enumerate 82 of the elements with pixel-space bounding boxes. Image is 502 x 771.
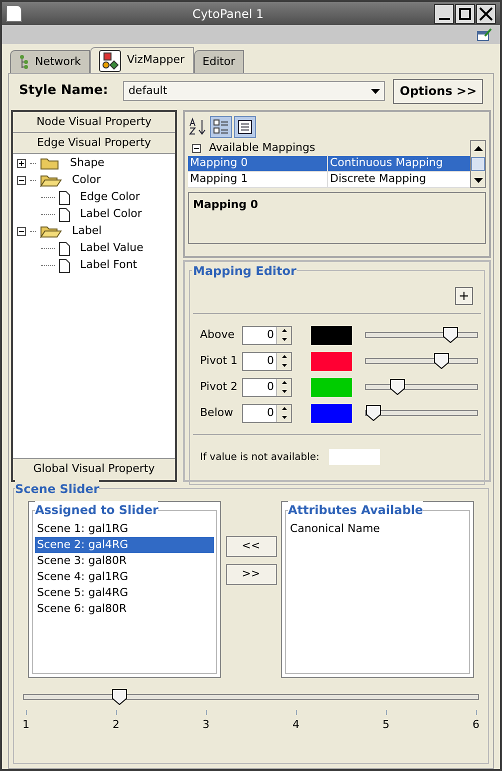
expand-icon[interactable] <box>17 159 26 168</box>
tree-item[interactable]: Label Font <box>74 257 138 274</box>
file-icon <box>59 242 70 256</box>
categorized-view-icon[interactable] <box>210 116 232 138</box>
tab[interactable]: Network <box>10 50 90 73</box>
tree-item[interactable]: Shape <box>64 155 104 172</box>
close-button[interactable] <box>476 4 496 24</box>
mappings-header: Available Mappings <box>209 140 316 156</box>
sort-icon[interactable] <box>188 117 208 137</box>
unavailable-value-field[interactable] <box>329 449 380 465</box>
maximize-button[interactable] <box>455 4 475 24</box>
pivot-label: Above <box>200 326 236 343</box>
slider-thumb[interactable] <box>112 689 127 705</box>
list-view-icon[interactable] <box>234 116 256 138</box>
move-right-button[interactable]: >> <box>226 564 276 585</box>
list-item[interactable]: Scene 2: gal4RG <box>35 537 214 553</box>
style-name-value: default <box>128 82 168 99</box>
list-item[interactable]: Scene 3: gal80R <box>35 553 214 569</box>
list-item[interactable]: Canonical Name <box>288 521 467 537</box>
global-visual-property-button[interactable]: Global Visual Property <box>13 458 175 480</box>
float-panel-icon[interactable] <box>477 28 492 41</box>
file-icon <box>59 208 70 222</box>
file-icon <box>59 258 70 272</box>
assigned-list-title: Assigned to Slider <box>35 501 158 519</box>
tick-label: 4 <box>292 717 300 733</box>
tree-item[interactable]: Color <box>66 172 101 189</box>
color-swatch[interactable] <box>311 404 352 422</box>
collapse-icon[interactable] <box>192 144 201 152</box>
list-item[interactable]: Scene 1: gal1RG <box>35 521 214 537</box>
collapse-icon[interactable] <box>17 176 26 185</box>
tick-label: 6 <box>472 717 480 733</box>
scroll-thumb[interactable] <box>471 157 485 171</box>
style-name-label: Style Name: <box>19 82 110 100</box>
network-tree-icon <box>19 54 29 70</box>
open-folder-icon <box>40 174 62 187</box>
unavailable-value-label: If value is not available: <box>200 450 320 464</box>
vizmapper-icon <box>98 50 121 72</box>
tree-item[interactable]: Label Color <box>74 206 142 223</box>
window-icon[interactable] <box>6 5 22 22</box>
color-swatch[interactable] <box>311 352 352 370</box>
list-item[interactable]: Scene 4: gal1RG <box>35 569 214 585</box>
value-spinner[interactable]: 0 <box>242 352 292 370</box>
tab[interactable]: VizMapper <box>90 47 194 73</box>
mapping-row[interactable]: Mapping 0 Continuous Mapping <box>188 156 470 172</box>
mapping-row[interactable]: Mapping 1 Discrete Mapping <box>188 172 470 188</box>
color-swatch[interactable] <box>311 326 352 344</box>
move-left-button[interactable]: << <box>226 536 276 557</box>
tick-label: 1 <box>22 717 30 733</box>
pivot-label: Pivot 2 <box>200 378 238 395</box>
window-title: CytoPanel 1 <box>191 6 265 22</box>
value-spinner[interactable]: 0 <box>242 378 292 396</box>
collapse-icon[interactable] <box>17 227 26 236</box>
tree-item[interactable]: Label <box>66 223 102 240</box>
style-dropdown[interactable]: default <box>123 81 386 101</box>
add-button[interactable]: + <box>455 287 473 305</box>
slider-thumb[interactable] <box>442 327 458 343</box>
value-spinner[interactable]: 0 <box>242 326 292 344</box>
tab[interactable]: Editor <box>194 50 244 73</box>
value-spinner[interactable]: 0 <box>242 404 292 422</box>
open-folder-icon <box>40 225 62 238</box>
pivot-label: Below <box>200 404 234 421</box>
list-item[interactable]: Scene 6: gal80R <box>35 601 214 617</box>
mapping-description: Mapping 0 <box>193 198 258 211</box>
list-item[interactable]: Scene 5: gal4RG <box>35 585 214 601</box>
minimize-button[interactable] <box>434 4 454 24</box>
tick-label: 3 <box>202 717 210 733</box>
scrollbar[interactable] <box>470 140 486 188</box>
folder-icon <box>40 157 60 170</box>
visual-property-button[interactable]: Edge Visual Property <box>13 133 175 154</box>
tree-item[interactable]: Edge Color <box>74 189 140 206</box>
color-swatch[interactable] <box>311 378 352 396</box>
tick-label: 5 <box>382 717 390 733</box>
file-icon <box>59 190 70 204</box>
slider-thumb[interactable] <box>390 379 405 395</box>
slider-thumb[interactable] <box>366 405 381 421</box>
slider-thumb[interactable] <box>434 353 450 369</box>
visual-property-button[interactable]: Node Visual Property <box>13 112 175 133</box>
options-button[interactable]: Options >> <box>393 78 483 104</box>
dropdown-arrow-icon <box>371 88 380 94</box>
tick-label: 2 <box>112 717 120 733</box>
tree-item[interactable]: Label Value <box>74 240 144 257</box>
pivot-label: Pivot 1 <box>200 352 238 369</box>
